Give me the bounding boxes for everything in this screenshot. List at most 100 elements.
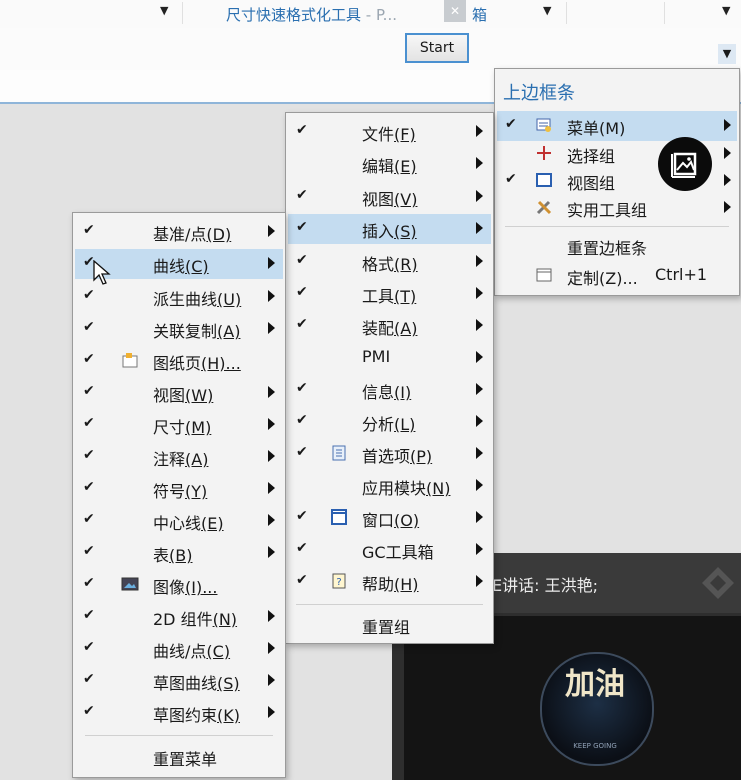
menu-item-label: 2D 组件(N)	[153, 610, 238, 629]
menu-item-reset-border-bar[interactable]: 重置边框条	[497, 231, 737, 261]
menu-item-label: 首选项(P)	[362, 447, 433, 466]
menu-item-label: PMI	[362, 347, 391, 366]
close-button[interactable]: ✕	[444, 0, 466, 22]
toolbar-separator	[566, 2, 567, 24]
submenu-arrow-icon	[476, 543, 483, 555]
screenshot-button[interactable]	[658, 137, 712, 191]
meeting-logo-icon	[702, 567, 734, 599]
help-icon: ?	[332, 573, 346, 589]
mouse-cursor-icon	[93, 260, 111, 285]
submenu-arrow-icon	[268, 610, 275, 622]
menu-item-dimension[interactable]: ✔ 尺寸(M)	[75, 410, 283, 440]
check-icon: ✔	[83, 607, 95, 623]
image-icon	[121, 577, 139, 591]
check-icon: ✔	[83, 222, 95, 238]
submenu-arrow-icon	[268, 450, 275, 462]
submenu-arrow-icon	[268, 418, 275, 430]
avatar-text: 加油	[565, 667, 625, 702]
check-icon: ✔	[83, 319, 95, 335]
dropdown-arrow-icon[interactable]: ▼	[160, 4, 168, 17]
menu-item-annotation[interactable]: ✔ 注释(A)	[75, 442, 283, 472]
menu-item-view[interactable]: ✔ 视图(V)	[288, 182, 491, 212]
submenu-arrow-icon	[268, 386, 275, 398]
menu-item-assembly[interactable]: ✔ 装配(A)	[288, 311, 491, 341]
menu-item-edit[interactable]: 编辑(E)	[288, 149, 491, 179]
menu-icon	[536, 118, 551, 132]
check-icon: ✔	[83, 639, 95, 655]
check-icon: ✔	[296, 412, 308, 428]
menu-item-derived-curve[interactable]: ✔ 派生曲线(U)	[75, 282, 283, 312]
menu-item-window[interactable]: ✔ 窗口(O)	[288, 503, 491, 533]
check-icon: ✔	[296, 316, 308, 332]
menu-item-2d-component[interactable]: ✔ 2D 组件(N)	[75, 602, 283, 632]
menu-item-label: 重置边框条	[567, 239, 648, 258]
menu-item-gc-toolbox[interactable]: ✔ GC工具箱	[288, 535, 491, 565]
menu-item-label: 重置组	[362, 618, 411, 637]
menu-item-tools[interactable]: ✔ 工具(T)	[288, 279, 491, 309]
menu-item-label: 视图(V)	[362, 190, 418, 209]
submenu-arrow-icon	[476, 351, 483, 363]
selection-icon	[537, 146, 551, 160]
menu-item-drawing-sheet[interactable]: ✔ 图纸页(H)...	[75, 346, 283, 376]
menu-item-label: 草图约束(K)	[153, 706, 240, 725]
menu-item-label: 实用工具组	[567, 201, 648, 220]
check-icon: ✔	[296, 572, 308, 588]
customize-icon	[536, 268, 552, 282]
drawing-sheet-icon	[122, 353, 138, 368]
check-icon: ✔	[296, 219, 308, 235]
submenu-arrow-icon	[268, 642, 275, 654]
menu-item-label: 装配(A)	[362, 319, 418, 338]
menu-item-sketch-curve[interactable]: ✔ 草图曲线(S)	[75, 666, 283, 696]
check-icon: ✔	[505, 171, 517, 187]
avatar-subtext: KEEP GOING	[573, 742, 617, 750]
menu-item-label: 草图曲线(S)	[153, 674, 240, 693]
menu-item-label: 帮助(H)	[362, 575, 419, 594]
menu-item-sketch-constraint[interactable]: ✔ 草图约束(K)	[75, 698, 283, 728]
menu-item-image[interactable]: ✔ 图像(I)...	[75, 570, 283, 600]
menu-item-label: 应用模块(N)	[362, 479, 451, 498]
menu-item-label: 图纸页(H)...	[153, 354, 241, 373]
menu-item-associative-copy[interactable]: ✔ 关联复制(A)	[75, 314, 283, 344]
submenu-arrow-icon	[476, 190, 483, 202]
menu-item-reset-group[interactable]: 重置组	[288, 610, 491, 640]
menu-item-view[interactable]: ✔ 视图(W)	[75, 378, 283, 408]
check-icon: ✔	[296, 380, 308, 396]
submenu-arrow-icon	[476, 447, 483, 459]
toolbar-overflow-arrow-icon[interactable]: ▼	[718, 44, 736, 64]
menu-item-help[interactable]: ✔ ? 帮助(H)	[288, 567, 491, 597]
menu-item-datum-point[interactable]: ✔ 基准/点(D)	[75, 217, 283, 247]
check-icon: ✔	[296, 284, 308, 300]
submenu-arrow-icon	[476, 575, 483, 587]
menu-item-curve-point[interactable]: ✔ 曲线/点(C)	[75, 634, 283, 664]
menu-item-preferences[interactable]: ✔ 首选项(P)	[288, 439, 491, 469]
gc-toolbox-title[interactable]: 尺寸快速格式化工具 - P...	[226, 4, 397, 25]
check-icon: ✔	[83, 351, 95, 367]
dropdown-arrow-icon[interactable]: ▼	[722, 4, 730, 17]
start-button[interactable]: Start	[405, 33, 469, 63]
menu-item-utility-group[interactable]: 实用工具组	[497, 193, 737, 223]
menu-item-pmi[interactable]: PMI	[288, 343, 491, 373]
menu-item-application[interactable]: 应用模块(N)	[288, 471, 491, 501]
menu-item-format[interactable]: ✔ 格式(R)	[288, 247, 491, 277]
dropdown-arrow-icon[interactable]: ▼	[543, 4, 551, 17]
check-icon: ✔	[83, 575, 95, 591]
menu-item-analysis[interactable]: ✔ 分析(L)	[288, 407, 491, 437]
menu-item-file[interactable]: ✔ 文件(F)	[288, 117, 491, 147]
submenu-arrow-icon	[476, 222, 483, 234]
menu-item-information[interactable]: ✔ 信息(I)	[288, 375, 491, 405]
check-icon: ✔	[296, 187, 308, 203]
menu-item-label: 文件(F)	[362, 125, 416, 144]
menu-item-table[interactable]: ✔ 表(B)	[75, 538, 283, 568]
submenu-arrow-icon	[476, 415, 483, 427]
menu-item-reset-menu[interactable]: 重置菜单	[75, 742, 283, 772]
menu-item-label: GC工具箱	[362, 543, 434, 562]
menu-item-label: 工具(T)	[362, 287, 417, 306]
menu-item-symbol[interactable]: ✔ 符号(Y)	[75, 474, 283, 504]
menu-item-label: 编辑(E)	[362, 157, 417, 176]
submenu-arrow-icon	[476, 319, 483, 331]
menu-item-insert[interactable]: ✔ 插入(S)	[288, 214, 491, 244]
menu-item-customize[interactable]: 定制(Z)... Ctrl+1	[497, 261, 737, 291]
submenu-arrow-icon	[268, 322, 275, 334]
submenu-arrow-icon	[724, 119, 731, 131]
menu-item-centerline[interactable]: ✔ 中心线(E)	[75, 506, 283, 536]
